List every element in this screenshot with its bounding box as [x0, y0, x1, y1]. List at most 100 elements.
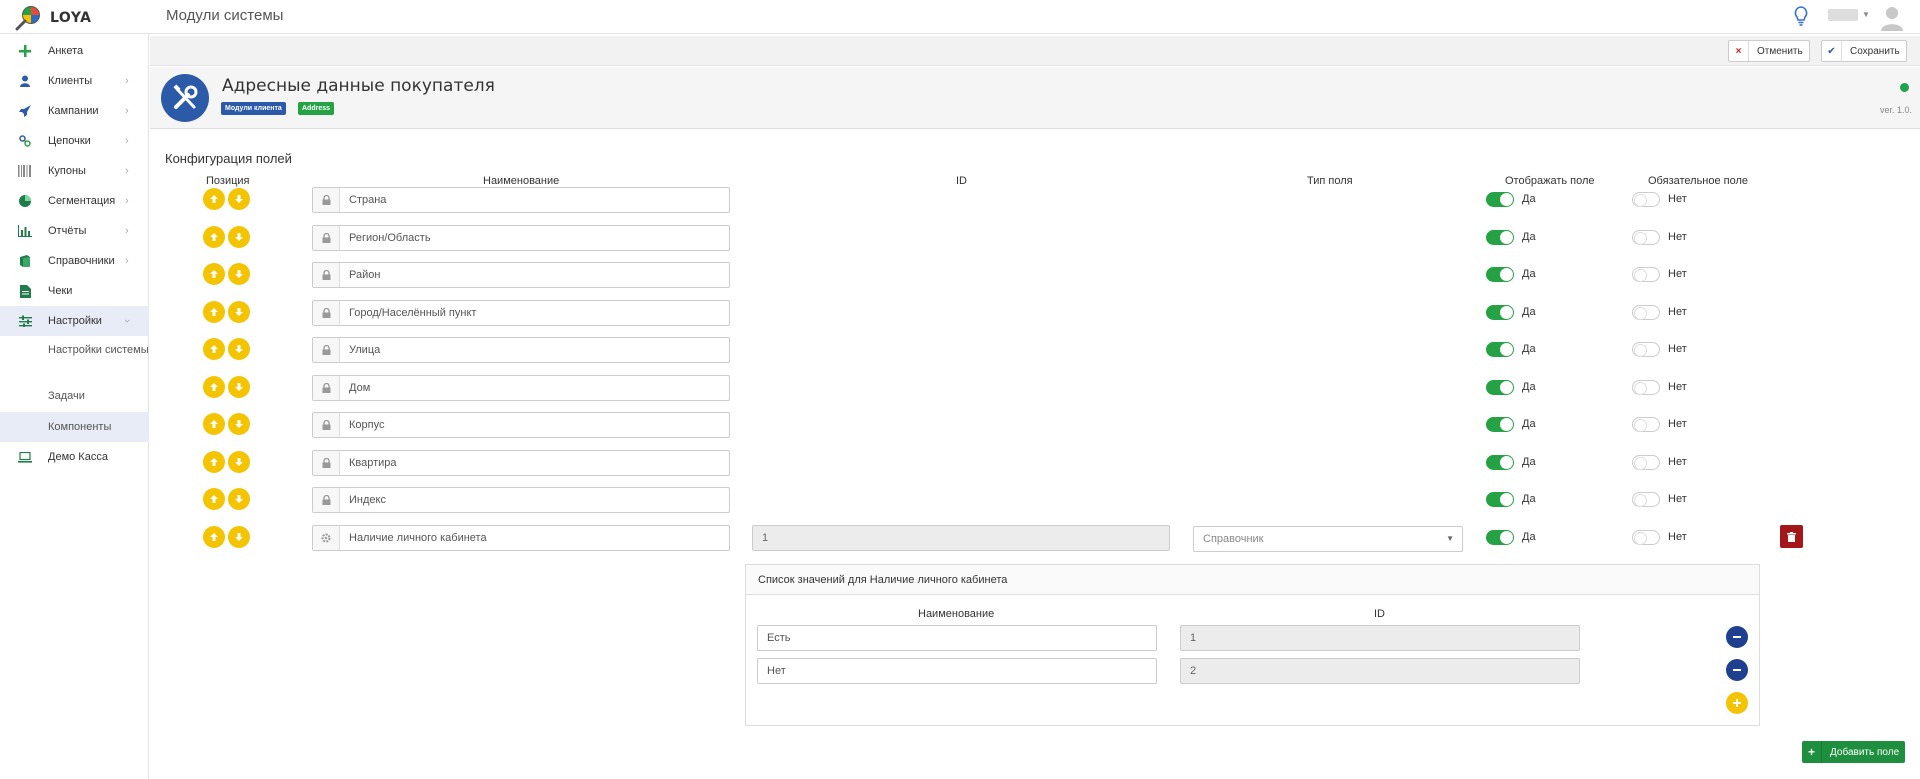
- required-toggle[interactable]: [1632, 530, 1660, 545]
- field-name-input: Страна: [312, 187, 730, 213]
- gear-icon: [313, 526, 340, 550]
- delete-field-button[interactable]: [1780, 525, 1803, 548]
- plus-icon: [18, 44, 32, 58]
- required-toggle[interactable]: [1632, 342, 1660, 357]
- move-up-button[interactable]: [203, 413, 225, 435]
- lightbulb-icon[interactable]: [1794, 6, 1808, 29]
- required-toggle[interactable]: [1632, 379, 1660, 395]
- field-name-input[interactable]: Наличие личного кабинета: [312, 525, 730, 551]
- required-toggle[interactable]: [1632, 454, 1660, 470]
- add-value-button[interactable]: [1726, 692, 1748, 714]
- logo[interactable]: LOYA: [14, 5, 91, 31]
- required-label: Нет: [1668, 380, 1687, 393]
- visible-toggle[interactable]: [1486, 454, 1514, 470]
- lock-icon: [313, 488, 340, 512]
- value-name-input[interactable]: Есть: [757, 625, 1157, 651]
- move-up-button[interactable]: [203, 375, 225, 398]
- logo-text: LOYA: [50, 10, 92, 26]
- required-toggle[interactable]: [1632, 267, 1660, 282]
- visible-toggle[interactable]: [1486, 492, 1514, 507]
- chevron-down-icon[interactable]: ▼: [1862, 10, 1870, 19]
- lock-icon: [313, 375, 340, 400]
- save-button[interactable]: ✔ Сохранить: [1821, 40, 1907, 62]
- visible-toggle[interactable]: [1486, 267, 1514, 282]
- sidebar-item-label: Анкета: [48, 45, 84, 57]
- required-label: Нет: [1668, 343, 1687, 355]
- move-up-button[interactable]: [203, 225, 225, 248]
- field-name-text: Улица: [349, 344, 381, 356]
- move-down-button[interactable]: [228, 188, 250, 210]
- required-toggle[interactable]: [1632, 417, 1660, 432]
- move-down-button[interactable]: [228, 488, 250, 510]
- move-down-button[interactable]: [228, 338, 250, 360]
- remove-value-button[interactable]: [1726, 659, 1748, 681]
- move-up-button[interactable]: [203, 263, 225, 285]
- sidebar-item-chains[interactable]: Цепочки ›: [0, 126, 149, 156]
- field-name-text: Страна: [349, 194, 387, 206]
- sidebar-item-coupons[interactable]: Купоны ›: [0, 156, 149, 186]
- required-label: Нет: [1668, 418, 1687, 430]
- move-down-button[interactable]: [228, 263, 250, 285]
- move-up-button[interactable]: [203, 338, 225, 360]
- user-icon: [18, 74, 32, 88]
- required-toggle[interactable]: [1632, 229, 1660, 245]
- table-row: Улица Да Нет: [0, 336, 1920, 364]
- field-type-select[interactable]: Справочник ▼: [1193, 526, 1463, 552]
- move-up-button[interactable]: [203, 526, 225, 548]
- chevron-right-icon: ›: [125, 105, 129, 117]
- move-up-button[interactable]: [203, 300, 225, 323]
- user-name[interactable]: [1828, 9, 1858, 21]
- sidebar-item-label: Цепочки: [48, 135, 91, 147]
- sidebar-item-clients[interactable]: Клиенты ›: [0, 66, 149, 96]
- lock-icon: [313, 225, 340, 250]
- field-name-text: Индекс: [349, 494, 386, 506]
- visible-toggle[interactable]: [1486, 379, 1514, 395]
- check-icon: ✔: [1822, 41, 1842, 61]
- chevron-right-icon: ›: [125, 75, 129, 87]
- add-field-label: Добавить поле: [1830, 746, 1900, 758]
- required-toggle[interactable]: [1632, 492, 1660, 507]
- move-up-button[interactable]: [203, 450, 225, 473]
- field-type-value: Справочник: [1203, 533, 1264, 545]
- table-row: Квартира Да Нет: [0, 449, 1920, 477]
- sidebar-item-campaigns[interactable]: Кампании ›: [0, 96, 149, 126]
- module-title: Адресные данные покупателя: [222, 76, 495, 96]
- visible-toggle[interactable]: [1486, 229, 1514, 245]
- add-field-button[interactable]: + Добавить поле: [1802, 741, 1905, 763]
- move-down-button[interactable]: [228, 450, 250, 473]
- action-bar: × Отменить ✔ Сохранить: [150, 36, 1920, 66]
- field-id-input[interactable]: 1: [752, 525, 1170, 551]
- value-id-input[interactable]: 2: [1180, 658, 1580, 684]
- table-row: Страна Да Нет: [0, 186, 1920, 214]
- close-icon: ×: [1729, 41, 1749, 61]
- move-up-button[interactable]: [203, 488, 225, 510]
- required-toggle[interactable]: [1632, 304, 1660, 320]
- sidebar: Анкета Клиенты › Кампании › Цепочки › Ку…: [0, 34, 149, 779]
- move-down-button[interactable]: [228, 375, 250, 398]
- visible-toggle[interactable]: [1486, 192, 1514, 207]
- plus-icon: +: [1802, 741, 1822, 763]
- move-down-button[interactable]: [228, 225, 250, 248]
- value-id-input[interactable]: 1: [1180, 625, 1580, 651]
- field-name-input: Корпус: [312, 412, 730, 438]
- required-toggle[interactable]: [1632, 192, 1660, 207]
- sidebar-item-questionnaire[interactable]: Анкета: [0, 36, 149, 66]
- visible-toggle[interactable]: [1486, 342, 1514, 357]
- remove-value-button[interactable]: [1726, 626, 1748, 648]
- move-up-button[interactable]: [203, 188, 225, 210]
- chain-icon: [18, 134, 32, 148]
- visible-toggle[interactable]: [1486, 304, 1514, 320]
- field-name-text: Корпус: [349, 419, 385, 431]
- move-down-button[interactable]: [228, 300, 250, 323]
- module-header: Адресные данные покупателя Модули клиент…: [150, 67, 1920, 129]
- avatar[interactable]: [1878, 3, 1906, 31]
- visible-toggle[interactable]: [1486, 417, 1514, 432]
- cancel-button[interactable]: × Отменить: [1728, 40, 1810, 62]
- field-name-input: Район: [312, 262, 730, 288]
- badge-client-modules: Модули клиента: [221, 102, 286, 115]
- move-down-button[interactable]: [228, 413, 250, 435]
- visible-toggle[interactable]: [1486, 530, 1514, 545]
- field-name-input: Квартира: [312, 449, 730, 476]
- value-name-input[interactable]: Нет: [757, 658, 1157, 684]
- move-down-button[interactable]: [228, 526, 250, 548]
